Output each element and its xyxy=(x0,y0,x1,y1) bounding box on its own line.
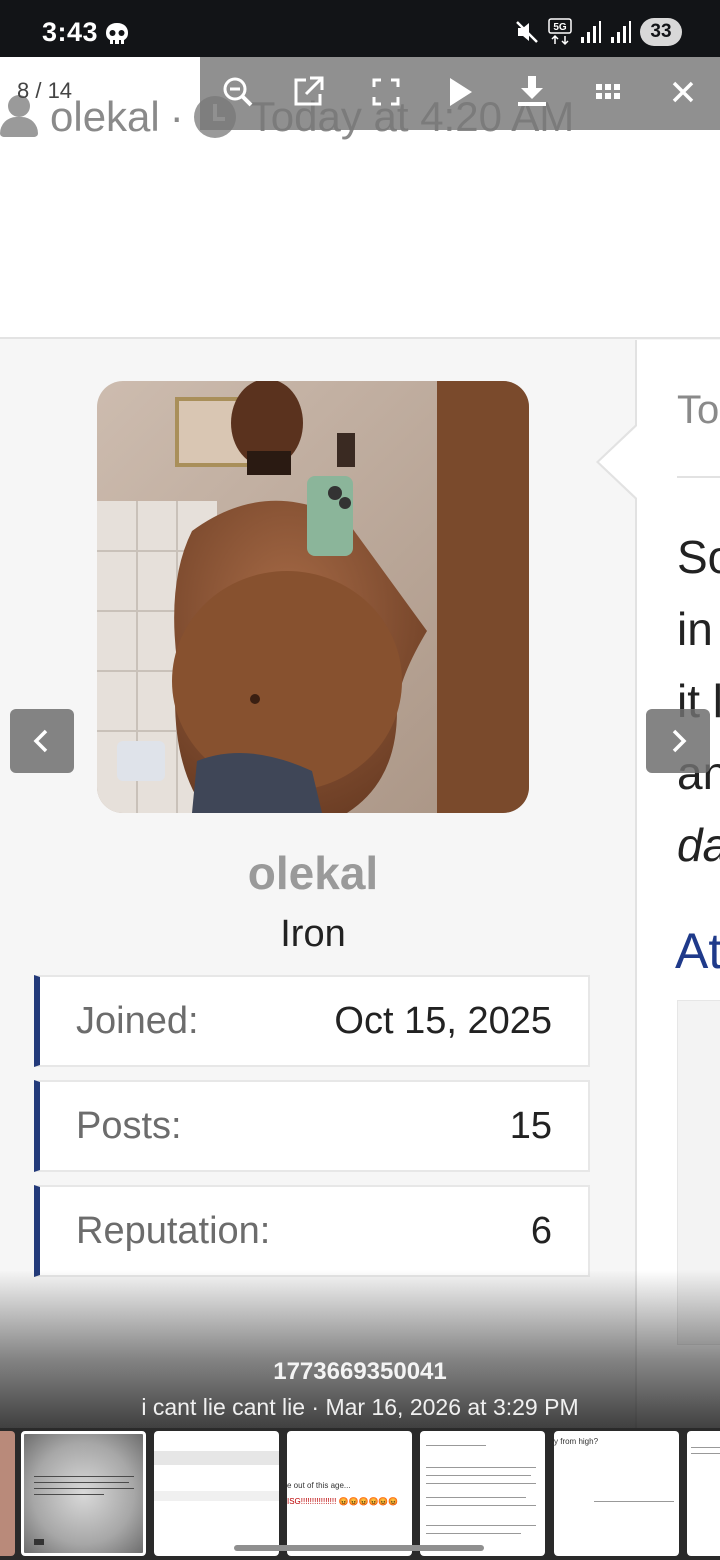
signal-icon xyxy=(611,21,631,43)
zoom-out-icon[interactable] xyxy=(218,72,258,112)
status-time: 3:43 xyxy=(42,17,99,47)
stat-reputation: Reputation: 6 xyxy=(34,1185,590,1277)
post-text-line: da xyxy=(677,819,720,871)
profile-username[interactable]: olekal xyxy=(0,846,626,900)
battery-indicator: 33 xyxy=(640,18,682,46)
stat-value: Oct 15, 2025 xyxy=(334,999,552,1042)
stat-joined: Joined: Oct 15, 2025 xyxy=(34,975,590,1067)
stat-value: 6 xyxy=(530,1209,552,1252)
stat-label: Posts: xyxy=(76,1104,182,1147)
stat-value: 15 xyxy=(509,1104,552,1147)
previous-button[interactable] xyxy=(10,709,74,773)
5g-icon: 5G xyxy=(548,18,572,46)
thumbnail-strip: e out of this age... ISG!!!!!!!!!!!!!!!!… xyxy=(0,1428,720,1560)
attachments-heading: At xyxy=(675,923,720,979)
post-text-line: So xyxy=(677,531,720,583)
thumbnail[interactable]: y from high? xyxy=(554,1431,679,1556)
image-counter: 8 / 14 xyxy=(17,78,73,103)
play-icon[interactable] xyxy=(440,72,480,112)
skull-icon xyxy=(106,23,128,44)
caption-title: 1773669350041 xyxy=(273,1358,447,1385)
thumbnail[interactable] xyxy=(420,1431,545,1556)
stat-label: Reputation: xyxy=(76,1209,271,1252)
gallery-viewer-screen: olekal · Today at 4:20 AM Toc So in it l… xyxy=(0,0,720,1560)
status-bar: 3:43 5G 33 xyxy=(0,0,720,57)
signal-icon xyxy=(581,21,601,43)
next-button[interactable] xyxy=(646,709,710,773)
thumbnail-active[interactable] xyxy=(21,1431,146,1556)
profile-rank: Iron xyxy=(280,913,346,955)
thumbnail-caption: y from high? xyxy=(554,1437,599,1446)
post-date-fragment: Toc xyxy=(677,388,720,432)
chevron-right-icon xyxy=(672,729,687,753)
thumbnail[interactable]: e out of this age... ISG!!!!!!!!!!!!!!!!… xyxy=(287,1431,412,1556)
thumbnail-caption: ISG!!!!!!!!!!!!!!!! 😡😡😡😡😡😡 xyxy=(287,1497,399,1506)
status-right-cluster: 5G 33 xyxy=(514,18,682,46)
close-icon[interactable] xyxy=(663,72,703,112)
fullscreen-icon[interactable] xyxy=(366,72,406,112)
download-icon[interactable] xyxy=(512,72,552,112)
thumbnail[interactable] xyxy=(154,1431,279,1556)
post-text-line: in xyxy=(677,603,713,655)
divider xyxy=(677,476,720,478)
message-arrow-fill xyxy=(599,426,637,498)
thumbnail-caption: e out of this age... xyxy=(287,1481,351,1490)
stat-label: Joined: xyxy=(76,999,199,1042)
meta-separator: · xyxy=(169,93,184,140)
chevron-left-icon xyxy=(33,729,48,753)
thumbnail-scrollbar[interactable] xyxy=(234,1545,484,1551)
svg-text:5G: 5G xyxy=(553,22,567,33)
grid-icon[interactable] xyxy=(588,72,628,112)
thumbnail[interactable] xyxy=(687,1431,720,1556)
stat-posts: Posts: 15 xyxy=(34,1080,590,1172)
open-external-icon[interactable] xyxy=(288,72,328,112)
thumbnail[interactable] xyxy=(0,1431,15,1556)
avatar-photo[interactable] xyxy=(97,381,529,813)
mute-icon xyxy=(516,21,538,43)
caption-subtitle: i cant lie cant lie · Mar 16, 2026 at 3:… xyxy=(141,1394,579,1420)
